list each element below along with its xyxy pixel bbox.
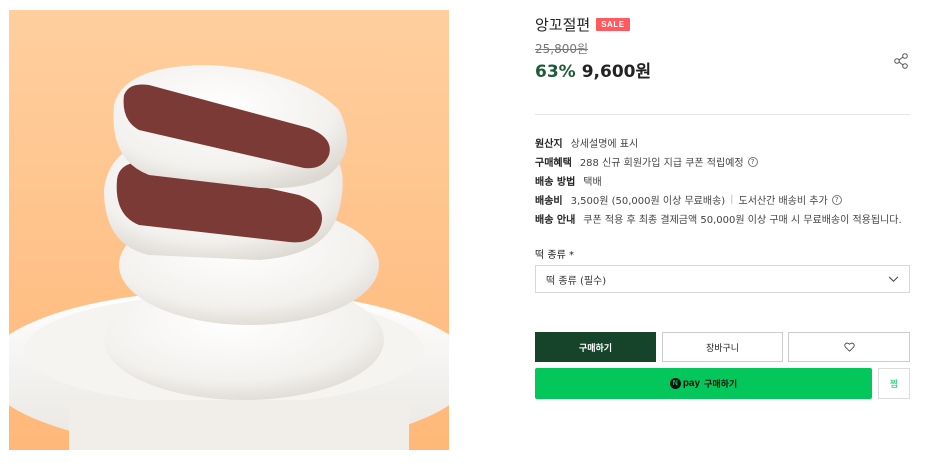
detail-label: 원산지 (535, 139, 563, 150)
help-circle-icon[interactable]: ? (747, 156, 758, 167)
chevron-down-icon (888, 276, 899, 282)
detail-value: 택배 (583, 177, 602, 188)
title-row: 앙꼬절편 SALE (535, 14, 630, 34)
rice-cake-illustration (9, 65, 449, 450)
npay-logo: N pay (669, 378, 701, 389)
detail-value: 쿠폰 적용 후 최종 결제금액 50,000원 이상 구매 시 무료배송이 적용… (583, 215, 902, 226)
separator: | (730, 194, 734, 205)
option-label: 떡 종류 * (535, 250, 574, 261)
option-selected-value: 떡 종류 (필수) (546, 275, 607, 287)
add-to-cart-button[interactable]: 장바구니 (662, 332, 783, 362)
detail-label: 배송비 (535, 196, 563, 207)
wishlist-button[interactable] (788, 332, 910, 362)
detail-shipping-notice: 배송 안내 쿠폰 적용 후 최종 결제금액 50,000원 이상 구매 시 무료… (535, 209, 910, 228)
detail-value: 288 신규 회원가입 지급 쿠폰 적립예정 (579, 158, 744, 169)
sale-price: 9,600원 (581, 62, 652, 82)
detail-value: 상세설명에 표시 (570, 139, 639, 150)
npay-buy-button[interactable]: N pay 구매하기 (535, 368, 872, 399)
heart-icon (843, 342, 855, 352)
detail-value: 3,500원 (50,000원 이상 무료배송) (570, 196, 726, 207)
detail-label: 배송 안내 (535, 215, 576, 226)
npay-word: pay (682, 378, 701, 389)
detail-extra: 도서산간 배송비 추가 (738, 196, 828, 207)
discount-rate: 63% (535, 62, 576, 82)
detail-benefit: 구매혜택 288 신규 회원가입 지급 쿠폰 적립예정 ? (535, 152, 910, 171)
detail-shipping-fee: 배송비 3,500원 (50,000원 이상 무료배송) | 도서산간 배송비 … (535, 190, 910, 209)
original-price: 25,800원 (535, 42, 589, 56)
detail-label: 구매혜택 (535, 158, 572, 169)
share-button[interactable] (892, 52, 910, 70)
buy-button[interactable]: 구매하기 (535, 332, 656, 362)
npay-n-icon: N (669, 378, 681, 389)
product-title: 앙꼬절편 (535, 15, 591, 34)
help-circle-icon[interactable]: ? (831, 194, 842, 205)
divider (535, 114, 910, 115)
detail-shipping-method: 배송 방법 택배 (535, 171, 910, 190)
detail-origin: 원산지 상세설명에 표시 (535, 133, 910, 152)
share-icon (894, 53, 908, 69)
price-row: 63% 9,600원 (535, 57, 651, 82)
npay-buy-label: 구매하기 (704, 380, 738, 390)
sale-badge: SALE (596, 17, 630, 31)
option-select[interactable]: 떡 종류 (필수) (535, 265, 910, 293)
detail-label: 배송 방법 (535, 177, 576, 188)
product-details: 원산지 상세설명에 표시 구매혜택 288 신규 회원가입 지급 쿠폰 적립예정… (535, 133, 910, 228)
npay-wish-button[interactable]: 찜 (878, 368, 910, 399)
product-info-panel: 앙꼬절편 SALE 25,800원 63% 9,600원 원산지 상세설명에 표… (535, 0, 910, 475)
product-image (9, 10, 449, 450)
